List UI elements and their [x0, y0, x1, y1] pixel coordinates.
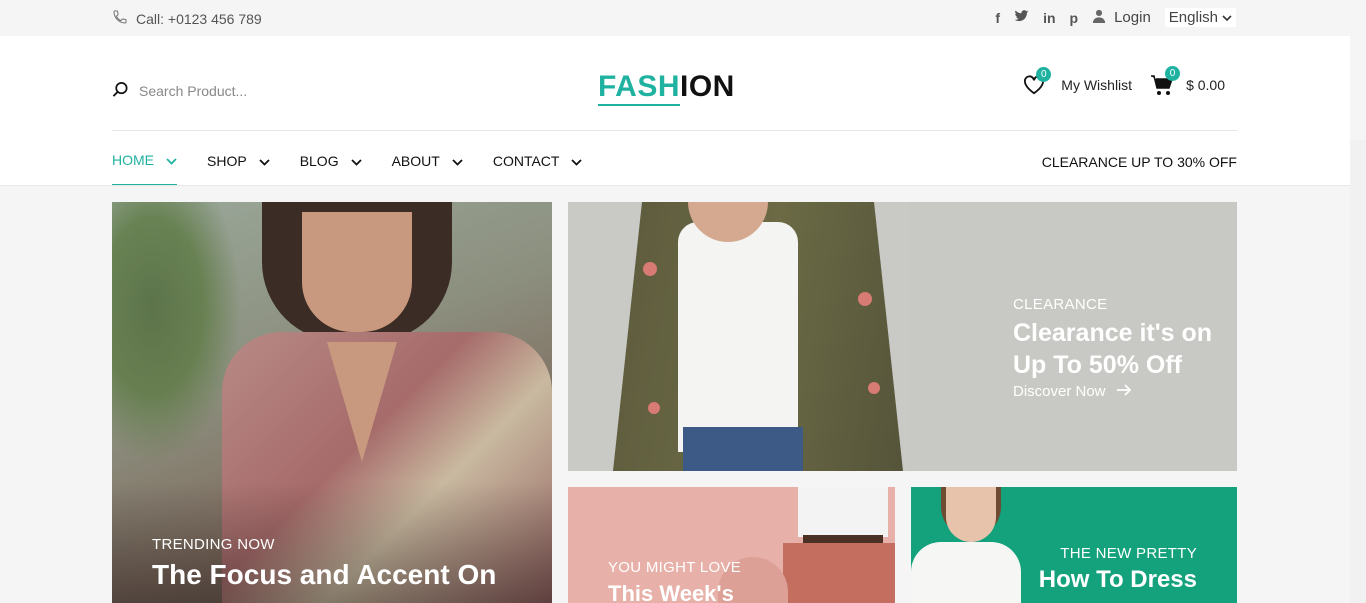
language-label: English	[1168, 9, 1218, 26]
banner-title: This Week's	[608, 581, 734, 603]
chevron-down-icon	[259, 153, 270, 169]
banner-title: How To Dress	[1038, 566, 1197, 593]
cart-link[interactable]: 0 $ 0.00	[1150, 66, 1225, 96]
banner-title: The Focus and Accent On	[152, 559, 497, 590]
facebook-icon[interactable]: f	[995, 9, 1000, 27]
site-logo[interactable]: FASHION	[598, 70, 735, 106]
header-bottom-border	[0, 185, 1350, 186]
banner-you-might-love[interactable]: YOU MIGHT LOVE This Week's	[568, 487, 895, 603]
clearance-promo-link[interactable]: CLEARANCE UP TO 30% OFF	[1042, 154, 1237, 170]
banner-new-pretty[interactable]: THE NEW PRETTY How To Dress	[911, 487, 1237, 603]
nav-item-contact[interactable]: CONTACT	[493, 136, 583, 186]
cart-count-badge: 0	[1165, 66, 1181, 81]
banner-title-line1: Clearance it's on	[1013, 319, 1213, 347]
banner-trending[interactable]: TRENDING NOW The Focus and Accent On	[112, 202, 552, 603]
heart-icon: 0	[1023, 67, 1052, 95]
nav-label: HOME	[112, 152, 154, 168]
discover-now-label: Discover Now	[1013, 383, 1106, 400]
chevron-down-icon	[350, 153, 362, 169]
wishlist-label: My Wishlist	[1061, 77, 1133, 93]
cart-total: $ 0.00	[1186, 77, 1225, 93]
site-header: Search Product... FASHION 0 My Wishlist …	[0, 36, 1350, 186]
search-input[interactable]: Search Product...	[139, 83, 247, 99]
banner-subtitle: THE NEW PRETTY	[1060, 545, 1197, 562]
top-bar: Call: +0123 456 789 f in p Login English	[0, 0, 1366, 36]
wishlist-link[interactable]: 0 My Wishlist	[1023, 67, 1133, 95]
nav-item-home[interactable]: HOME	[112, 136, 177, 186]
main-nav: HOME SHOP BLOG ABOUT CONTACT	[112, 136, 597, 186]
nav-item-about[interactable]: ABOUT	[392, 136, 463, 186]
search-icon	[112, 81, 129, 101]
nav-item-blog[interactable]: BLOG	[300, 136, 362, 186]
nav-label: CONTACT	[492, 153, 560, 169]
language-select[interactable]: English	[1164, 8, 1236, 27]
chevron-down-icon	[1222, 9, 1232, 26]
phone-icon	[112, 9, 128, 28]
twitter-icon[interactable]	[1014, 9, 1029, 27]
logo-part-b: ION	[680, 70, 735, 103]
banner-title-line2: Up To 50% Off	[1013, 351, 1182, 379]
nav-label: BLOG	[299, 153, 339, 169]
banner-subtitle: TRENDING NOW	[152, 536, 275, 553]
nav-label: SHOP	[207, 153, 247, 169]
phone-text: Call: +0123 456 789	[136, 10, 262, 27]
banner-clearance[interactable]: CLEARANCE Clearance it's on Up To 50% Of…	[568, 202, 1237, 471]
search-box[interactable]: Search Product...	[112, 81, 247, 101]
nav-item-shop[interactable]: SHOP	[207, 136, 270, 186]
login-label: Login	[1114, 9, 1151, 26]
pinterest-icon[interactable]: p	[1070, 9, 1079, 27]
banner-subtitle: CLEARANCE	[1013, 296, 1108, 313]
banner-subtitle: YOU MIGHT LOVE	[608, 559, 742, 576]
cart-icon: 0	[1150, 66, 1181, 96]
linkedin-icon[interactable]: in	[1043, 9, 1055, 27]
scrollbar[interactable]	[1350, 140, 1366, 603]
nav-label: ABOUT	[391, 153, 440, 169]
wishlist-count-badge: 0	[1036, 67, 1052, 82]
header-divider	[112, 130, 1237, 131]
logo-part-a: FASH	[598, 70, 681, 106]
chevron-down-icon	[166, 152, 177, 168]
user-icon	[1092, 9, 1106, 27]
chevron-down-icon	[452, 153, 463, 169]
phone-info: Call: +0123 456 789	[112, 9, 262, 28]
arrow-right-icon	[1116, 383, 1132, 400]
login-link[interactable]: Login	[1092, 9, 1151, 27]
discover-now-link[interactable]: Discover Now	[1013, 383, 1212, 400]
chevron-down-icon	[571, 153, 583, 169]
